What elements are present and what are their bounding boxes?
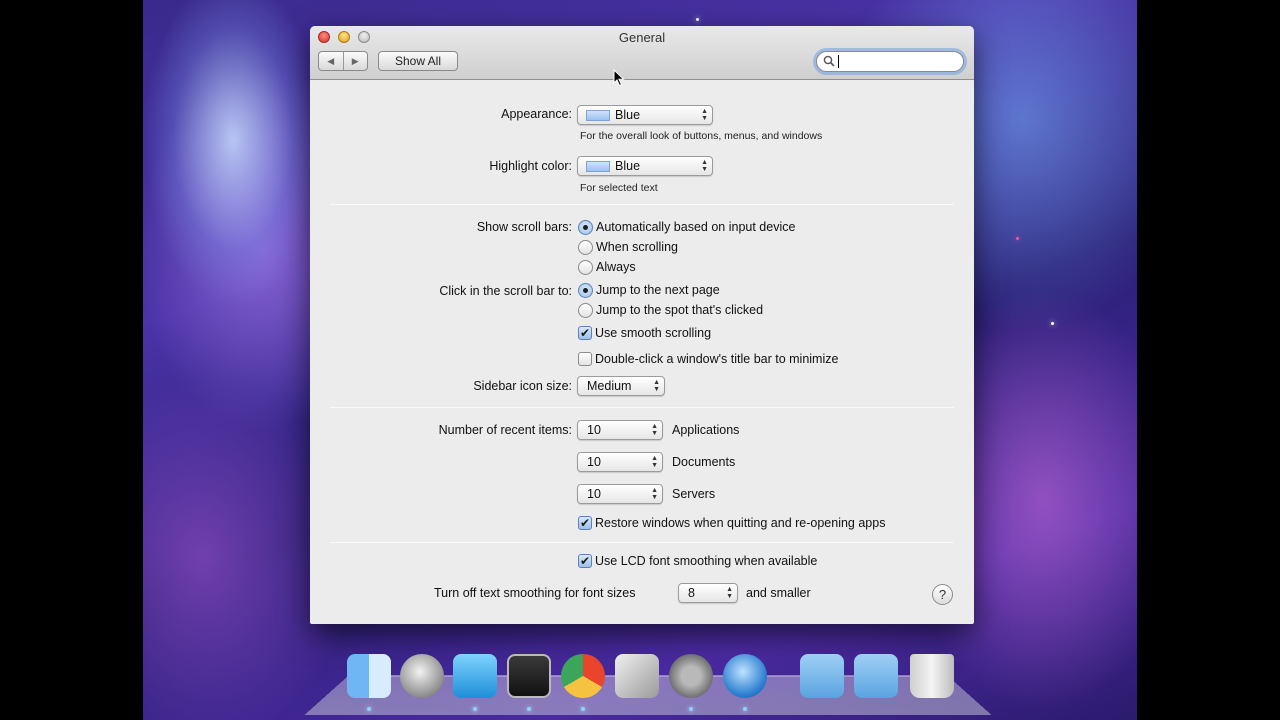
- color-swatch: [586, 161, 610, 172]
- double-click-minimize-checkbox[interactable]: [578, 352, 592, 366]
- titlebar: General ◀ ▶ Show All: [310, 26, 974, 80]
- launchpad-icon[interactable]: [400, 654, 444, 698]
- smooth-scrolling-checkbox[interactable]: ✔: [578, 326, 592, 340]
- restore-windows-checkbox[interactable]: ✔: [578, 516, 592, 530]
- recent-applications-label: Applications: [672, 423, 740, 437]
- appearance-value: Blue: [615, 108, 641, 122]
- popup-arrows-icon: ▲ ▼: [653, 379, 660, 393]
- lcd-smoothing-label: Use LCD font smoothing when available: [595, 554, 818, 568]
- chrome-icon[interactable]: [561, 654, 605, 698]
- highlight-label: Highlight color:: [489, 159, 572, 173]
- recent-items-label: Number of recent items:: [438, 423, 572, 437]
- recent-documents-value: 10: [587, 455, 601, 469]
- double-click-minimize-label: Double-click a window's title bar to min…: [595, 352, 839, 366]
- scroll-bars-label: Show scroll bars:: [476, 220, 572, 234]
- recent-applications-popup[interactable]: 10 ▲ ▼: [577, 420, 663, 440]
- click-scroll-label: Click in the scroll bar to:: [439, 284, 572, 298]
- scroll-bars-auto-label: Automatically based on input device: [596, 220, 796, 234]
- running-indicator: [743, 707, 747, 711]
- sidebar-size-value: Medium: [587, 379, 632, 393]
- popup-arrows-icon: ▲ ▼: [651, 487, 658, 501]
- click-scroll-spot-radio[interactable]: [578, 303, 593, 318]
- show-all-button[interactable]: Show All: [378, 51, 458, 71]
- sidebar-size-label: Sidebar icon size:: [473, 379, 572, 393]
- lcd-smoothing-checkbox[interactable]: ✔: [578, 554, 592, 568]
- scroll-bars-always-radio[interactable]: [578, 260, 593, 275]
- popup-arrows-icon: ▲ ▼: [651, 455, 658, 469]
- running-indicator: [473, 707, 477, 711]
- window-title: General: [618, 30, 666, 45]
- highlight-popup[interactable]: Blue ▲ ▼: [577, 156, 713, 176]
- recent-servers-value: 10: [587, 487, 601, 501]
- documents-folder-icon[interactable]: [854, 654, 898, 698]
- scroll-bars-when-scrolling-label: When scrolling: [596, 240, 678, 254]
- utility-icon[interactable]: [615, 654, 659, 698]
- search-icon: [823, 55, 835, 67]
- restore-windows-label: Restore windows when quitting and re-ope…: [595, 516, 886, 530]
- recent-documents-label: Documents: [672, 455, 736, 469]
- nav-buttons: ◀ ▶: [318, 51, 368, 71]
- help-button[interactable]: ?: [932, 584, 953, 605]
- smooth-scrolling-label: Use smooth scrolling: [595, 326, 712, 340]
- appearance-popup[interactable]: Blue ▲ ▼: [577, 105, 713, 125]
- terminal-icon[interactable]: [507, 654, 551, 698]
- popup-arrows-icon: ▲ ▼: [701, 108, 708, 122]
- text-caret: [838, 55, 839, 68]
- font-size-popup[interactable]: 8 ▲ ▼: [678, 583, 738, 603]
- quicktime-icon[interactable]: [723, 654, 767, 698]
- popup-arrows-icon: ▲ ▼: [701, 159, 708, 173]
- trash-icon[interactable]: [910, 654, 954, 698]
- appearance-label: Appearance:: [501, 107, 572, 121]
- running-indicator: [527, 707, 531, 711]
- recent-servers-label: Servers: [672, 487, 716, 501]
- running-indicator: [689, 707, 693, 711]
- running-indicator: [367, 707, 371, 711]
- scroll-bars-when-scrolling-radio[interactable]: [578, 240, 593, 255]
- separator: [330, 204, 954, 205]
- mouse-pointer-icon: [613, 69, 625, 87]
- click-scroll-spot-label: Jump to the spot that's clicked: [596, 303, 764, 317]
- star: [1051, 322, 1054, 325]
- appearance-description: For the overall look of buttons, menus, …: [580, 130, 823, 142]
- system-preferences-icon[interactable]: [669, 654, 713, 698]
- back-button[interactable]: ◀: [319, 52, 344, 70]
- text-smoothing-suffix: and smaller: [746, 586, 811, 600]
- separator: [330, 407, 954, 408]
- recent-documents-popup[interactable]: 10 ▲ ▼: [577, 452, 663, 472]
- desktop: General ◀ ▶ Show All Appearance: Blue ▲ ▼…: [143, 0, 1137, 720]
- running-indicator: [581, 707, 585, 711]
- popup-arrows-icon: ▲ ▼: [651, 423, 658, 437]
- click-scroll-next-page-radio[interactable]: [578, 283, 593, 298]
- highlight-description: For selected text: [580, 182, 658, 194]
- search-field[interactable]: [816, 51, 964, 72]
- star: [1016, 237, 1019, 240]
- applications-folder-icon[interactable]: [800, 654, 844, 698]
- text-smoothing-prefix: Turn off text smoothing for font sizes: [434, 586, 636, 600]
- general-preferences-window: General ◀ ▶ Show All Appearance: Blue ▲ ▼…: [310, 26, 974, 624]
- font-size-value: 8: [688, 586, 695, 600]
- sidebar-size-popup[interactable]: Medium ▲ ▼: [577, 376, 665, 396]
- twitter-icon[interactable]: [453, 654, 497, 698]
- recent-applications-value: 10: [587, 423, 601, 437]
- finder-icon[interactable]: [347, 654, 391, 698]
- click-scroll-next-page-label: Jump to the next page: [596, 283, 720, 297]
- popup-arrows-icon: ▲ ▼: [726, 586, 733, 600]
- separator: [330, 542, 954, 543]
- scroll-bars-always-label: Always: [596, 260, 636, 274]
- scroll-bars-auto-radio[interactable]: [578, 220, 593, 235]
- star: [696, 18, 699, 21]
- highlight-value: Blue: [615, 159, 641, 173]
- color-swatch: [586, 110, 610, 121]
- recent-servers-popup[interactable]: 10 ▲ ▼: [577, 484, 663, 504]
- forward-button[interactable]: ▶: [344, 52, 368, 70]
